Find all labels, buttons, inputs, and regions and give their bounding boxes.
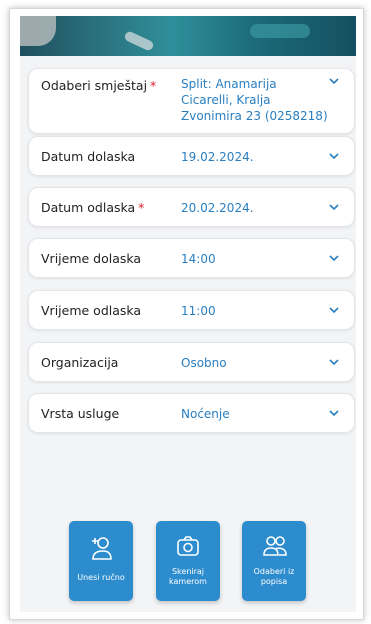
scan-camera-button[interactable]: Skeniraj kamerom bbox=[156, 521, 220, 601]
arrival-time-value: 14:00 bbox=[181, 252, 216, 266]
value-line: Cicarelli, Kralja bbox=[181, 93, 271, 107]
chevron-down-icon bbox=[329, 78, 339, 85]
organization-select[interactable]: Organizacija Osobno bbox=[28, 342, 355, 382]
field-label: Odaberi smještaj * bbox=[41, 78, 157, 93]
people-icon bbox=[263, 536, 287, 556]
departure-time-value: 11:00 bbox=[181, 304, 216, 318]
field-label: Datum odlaska * bbox=[41, 200, 145, 215]
service-type-select[interactable]: Vrsta usluge Noćenje bbox=[28, 393, 355, 433]
accommodation-value: Split: Anamarija Cicarelli, Kralja Zvoni… bbox=[181, 76, 328, 124]
arrival-date-select[interactable]: Datum dolaska 19.02.2024. bbox=[28, 136, 355, 176]
label-line: Skeniraj bbox=[171, 567, 205, 576]
chevron-down-icon bbox=[329, 410, 339, 417]
service-type-value: Noćenje bbox=[181, 407, 230, 421]
banner-shape bbox=[250, 24, 310, 38]
field-label: Vrijeme dolaska bbox=[41, 251, 142, 266]
departure-time-select[interactable]: Vrijeme odlaska 11:00 bbox=[28, 290, 355, 330]
select-from-list-button[interactable]: Odaberi iz popisa bbox=[242, 521, 306, 601]
accommodation-select[interactable]: Odaberi smještaj * Split: Anamarija Cicar… bbox=[28, 68, 355, 134]
value-line: Split: Anamarija bbox=[181, 77, 277, 91]
field-label: Organizacija bbox=[41, 355, 119, 370]
chevron-down-icon bbox=[329, 204, 339, 211]
label-line: Odaberi iz bbox=[253, 567, 295, 576]
select-from-list-label: Odaberi iz popisa bbox=[244, 567, 304, 587]
banner-shape bbox=[123, 30, 155, 52]
chevron-down-icon bbox=[329, 307, 339, 314]
chevron-down-icon bbox=[329, 359, 339, 366]
arrival-date-value: 19.02.2024. bbox=[181, 150, 254, 164]
chevron-down-icon bbox=[329, 153, 339, 160]
app-screen: Odaberi smještaj * Split: Anamarija Cicar… bbox=[20, 16, 356, 612]
required-marker: * bbox=[150, 78, 157, 93]
arrival-time-select[interactable]: Vrijeme dolaska 14:00 bbox=[28, 238, 355, 278]
chevron-down-icon bbox=[329, 255, 339, 262]
scan-camera-label: Skeniraj kamerom bbox=[158, 567, 218, 587]
field-label: Vrijeme odlaska bbox=[41, 303, 142, 318]
departure-date-value: 20.02.2024. bbox=[181, 201, 254, 215]
camera-icon bbox=[177, 536, 199, 556]
field-label: Datum dolaska bbox=[41, 149, 136, 164]
add-person-icon bbox=[92, 537, 112, 560]
manual-entry-button[interactable]: Unesi ručno bbox=[69, 521, 133, 601]
field-label: Vrsta usluge bbox=[41, 406, 120, 421]
required-marker: * bbox=[138, 200, 145, 215]
label-line: popisa bbox=[260, 577, 288, 586]
organization-value: Osobno bbox=[181, 356, 227, 370]
header-banner-image bbox=[20, 16, 356, 56]
departure-date-select[interactable]: Datum odlaska * 20.02.2024. bbox=[28, 187, 355, 227]
value-line: Zvonimira 23 (0258218) bbox=[181, 109, 328, 123]
banner-shape bbox=[20, 16, 56, 46]
manual-entry-label: Unesi ručno bbox=[77, 573, 125, 582]
label-line: kamerom bbox=[169, 577, 207, 586]
